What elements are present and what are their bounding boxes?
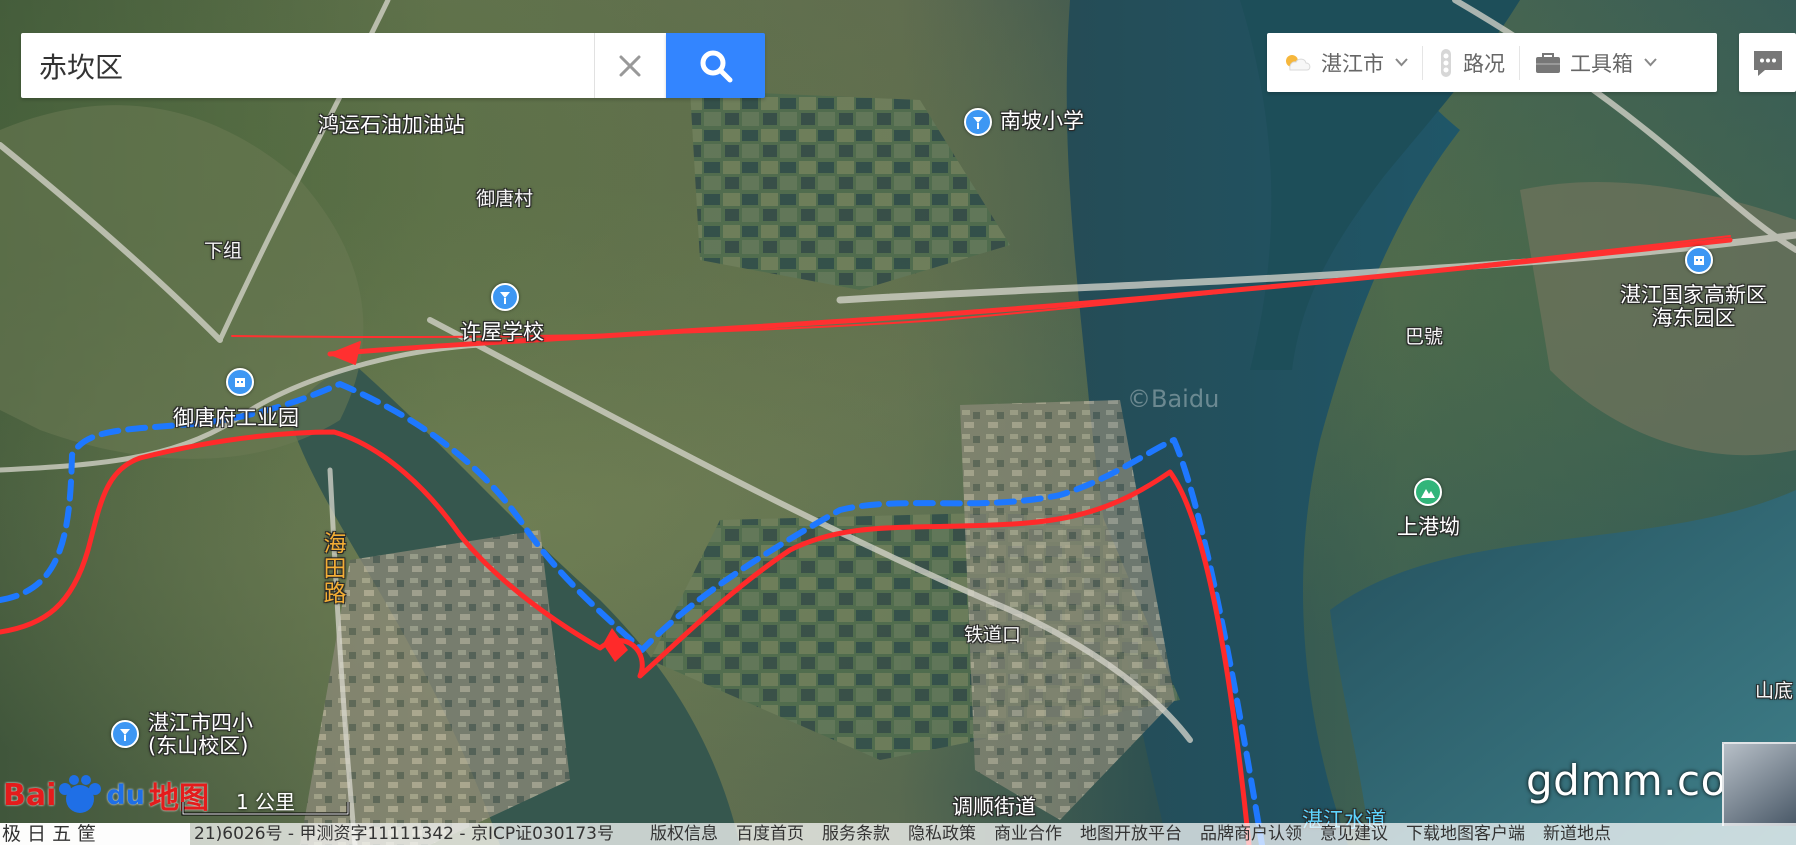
toolbox-button[interactable]: 工具箱 [1520,43,1671,83]
clear-search-button[interactable] [595,33,665,98]
chevron-down-icon [1395,58,1408,67]
map-label-bahao[interactable]: 巴號 [1405,327,1443,348]
footer-link-merchant[interactable]: 品牌商户认领 [1200,823,1302,845]
baidu-logo-bai: Bai [3,777,57,813]
school-poi-marker[interactable] [491,283,519,311]
footer-link-copyright[interactable]: 版权信息 [650,823,718,845]
map-label-village[interactable]: 御唐村 [476,189,533,210]
map-label-diaoshun[interactable]: 调顺街道 [952,795,1036,819]
park-poi-marker[interactable] [1685,246,1713,274]
map-label-tiedaokou[interactable]: 铁道口 [964,625,1021,646]
building-icon [1694,256,1704,265]
scale-label: 1 公里 [235,790,296,814]
mountain-icon [1421,489,1435,498]
footer-link-new-place[interactable]: 新道地点 [1543,823,1611,845]
map-label-yutangfu[interactable]: 御唐府工业园 [173,406,299,430]
map-label-xiazu[interactable]: 下组 [204,241,242,262]
school-icon [973,117,983,129]
map-footer: 极 日 五 筐 21)6026号 - 甲测资字11111342 - 京ICP证0… [0,823,1796,845]
search-box [21,33,666,98]
city-label: 湛江市 [1321,51,1384,76]
map-label-sixiao[interactable]: 湛江市四小 (东山校区) [148,711,253,758]
footer-link-privacy[interactable]: 隐私政策 [908,823,976,845]
footer-link-platform[interactable]: 地图开放平台 [1080,823,1182,845]
footer-link-home[interactable]: 百度首页 [736,823,804,845]
mountain-poi-marker[interactable] [1414,478,1442,506]
school-icon [120,729,130,741]
map-label-shandi[interactable]: 山底 [1755,681,1793,702]
weather-icon [1286,54,1311,70]
map-view[interactable]: 湛江市 路况 工具箱 [0,0,1796,845]
school-poi-marker[interactable] [964,108,992,136]
school-poi-marker[interactable] [111,720,139,748]
footer-link-business[interactable]: 商业合作 [994,823,1062,845]
map-label-haitian-road[interactable]: 海田路 [321,532,349,607]
briefcase-icon [1536,52,1560,73]
paw-icon [59,775,102,813]
footer-copyright: 21)6026号 - 甲测资字11111342 - 京ICP证030173号 [194,824,614,844]
baidu-watermark: ©Baidu [1127,385,1220,413]
baidu-logo-du: du [106,779,145,811]
search-button[interactable] [666,33,765,98]
map-label-zhanjiang-park[interactable]: 湛江国家高新区 海东园区 [1620,283,1767,330]
school-icon [500,292,510,304]
top-toolbar: 湛江市 路况 工具箱 [1267,33,1717,92]
map-label-shanggang[interactable]: 上港坳 [1397,515,1460,539]
park-poi-marker[interactable] [226,368,254,396]
building-icon [235,378,245,387]
footer-links: 版权信息 百度首页 服务条款 隐私政策 商业合作 地图开放平台 品牌商户认领 意… [650,823,1611,845]
footer-link-terms[interactable]: 服务条款 [822,823,890,845]
footer-link-download[interactable]: 下载地图客户端 [1406,823,1525,845]
footer-link-feedback[interactable]: 意见建议 [1320,823,1388,845]
traffic-label: 路况 [1463,51,1505,76]
chevron-down-icon [1644,58,1657,67]
close-icon [619,55,641,76]
map-label-nanpo-school[interactable]: 南坡小学 [1000,109,1084,133]
map-scale: 1 公里 [181,786,350,816]
baidu-map-logo[interactable]: Bai du 地图 [3,770,209,820]
chat-icon [1753,50,1782,76]
map-label-xuwu-school[interactable]: 许屋学校 [460,320,544,344]
map-type-thumbnail[interactable] [1722,742,1796,826]
footer-left-label: 极 日 五 筐 [2,823,97,845]
search-icon [700,50,732,82]
toolbox-label: 工具箱 [1570,51,1633,76]
search-input[interactable] [21,33,595,98]
message-button[interactable] [1739,33,1796,92]
traffic-button[interactable]: 路况 [1423,43,1519,83]
map-label-gas-station[interactable]: 鸿运石油加油站 [318,113,465,137]
city-selector[interactable]: 湛江市 [1267,43,1422,83]
traffic-light-icon [1441,48,1451,77]
footer-left-tool[interactable]: 极 日 五 筐 [0,823,190,845]
